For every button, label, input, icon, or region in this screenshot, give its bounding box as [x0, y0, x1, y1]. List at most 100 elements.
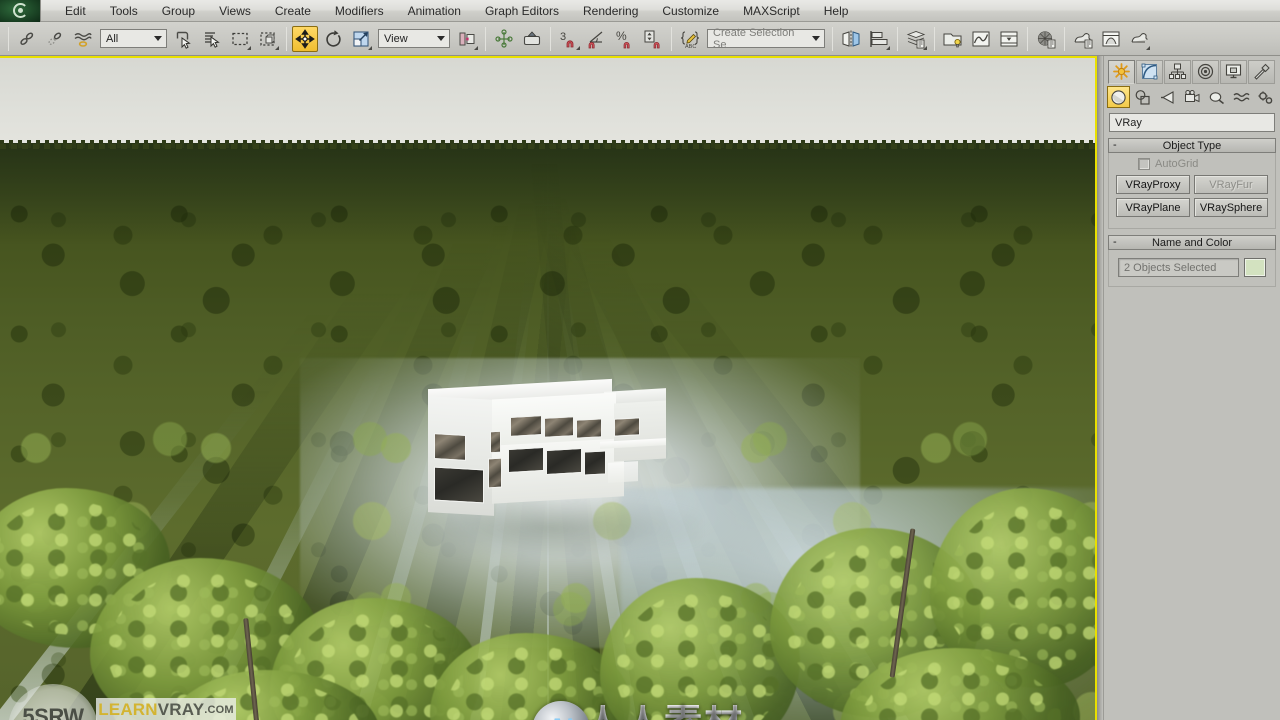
shapes-icon	[1135, 89, 1150, 105]
snaps-toggle-icon[interactable]: 3	[556, 26, 582, 52]
name-and-color-rollout: - Name and Color 2 Objects Selected	[1108, 235, 1276, 287]
vrayplane-button[interactable]: VRayPlane	[1116, 198, 1190, 217]
star-icon	[1113, 63, 1130, 80]
align-icon[interactable]	[866, 26, 892, 52]
modern-house	[418, 376, 670, 524]
name-and-color-rollout-header[interactable]: - Name and Color	[1108, 235, 1276, 250]
keyboard-shortcut-override-icon[interactable]	[519, 26, 545, 52]
object-type-rollout-title: Object Type	[1162, 139, 1222, 152]
named-selection-sets-icon[interactable]: ABC	[677, 26, 703, 52]
window-crossing-icon[interactable]	[255, 26, 281, 52]
unlink-selection-icon[interactable]	[42, 26, 68, 52]
house-window	[488, 457, 502, 489]
motion-icon	[1197, 63, 1214, 80]
vrayproxy-button[interactable]: VRayProxy	[1116, 175, 1190, 194]
house-window	[584, 450, 606, 476]
menu-maxscript[interactable]: MAXScript	[731, 2, 812, 20]
object-type-rollout-body: AutoGrid VRayProxy VRayFur VRayPlane VRa…	[1108, 153, 1276, 229]
material-editor-icon[interactable]	[1033, 26, 1059, 52]
bind-to-space-warp-icon[interactable]	[70, 26, 96, 52]
use-center-flyout-icon[interactable]	[454, 26, 480, 52]
geometry-category[interactable]	[1107, 86, 1130, 108]
menu-graph-editors[interactable]: Graph Editors	[473, 2, 571, 20]
shapes-category[interactable]	[1132, 86, 1155, 108]
collapse-icon: -	[1113, 139, 1117, 151]
svg-text:ABC: ABC	[685, 44, 696, 49]
gears-icon	[1258, 90, 1273, 104]
motion-tab[interactable]	[1192, 59, 1219, 84]
render-production-icon[interactable]	[1126, 26, 1152, 52]
sky	[0, 58, 1095, 146]
hierarchy-tab[interactable]	[1164, 59, 1191, 84]
house-window	[544, 416, 574, 438]
menu-customize[interactable]: Customize	[650, 2, 731, 20]
command-panel-categories	[1104, 84, 1280, 110]
menu-edit[interactable]: Edit	[53, 2, 98, 20]
named-selection-set-field[interactable]: Create Selection Se	[707, 27, 825, 51]
spinner-snap-toggle-icon[interactable]	[640, 26, 666, 52]
systems-category[interactable]	[1254, 86, 1277, 108]
object-category-dropdown[interactable]: VRay	[1109, 113, 1275, 132]
lights-category[interactable]	[1156, 86, 1179, 108]
angle-snap-toggle-icon[interactable]	[584, 26, 610, 52]
rrsc-mark: N	[550, 713, 572, 720]
object-type-rollout-header[interactable]: - Object Type	[1108, 138, 1276, 153]
menu-views[interactable]: Views	[207, 2, 263, 20]
rrsc-text-block: 人人素材 WWW.RR-SC.COM	[584, 703, 744, 720]
house-balcony-glass	[614, 417, 640, 437]
learnvray-watermark: LEARN VRAY .COM	[96, 698, 236, 720]
rendered-frame-window-icon[interactable]	[1098, 26, 1124, 52]
house-window	[510, 415, 542, 437]
3dsmax-logo-icon	[12, 3, 28, 18]
select-and-move-icon[interactable]	[292, 25, 318, 52]
vraysphere-button[interactable]: VRaySphere	[1194, 198, 1268, 217]
select-and-link-icon[interactable]	[14, 26, 40, 52]
menu-tools[interactable]: Tools	[98, 2, 150, 20]
autogrid-checkbox[interactable]	[1138, 158, 1150, 170]
toolbar-separator	[934, 26, 935, 51]
select-by-name-icon[interactable]	[199, 26, 225, 52]
viewport-render-canvas[interactable]: 5SRW CERTIFICATION 3DRW LEARNVRAY.COM N …	[0, 58, 1095, 720]
svg-text:%: %	[616, 29, 627, 43]
helper-icon	[1209, 91, 1225, 104]
modify-tab[interactable]	[1136, 59, 1163, 84]
scene-explorer-icon[interactable]	[940, 26, 966, 52]
house-window	[546, 447, 582, 476]
curve-editor-icon[interactable]	[968, 26, 994, 52]
select-object-icon[interactable]	[171, 26, 197, 52]
menu-modifiers[interactable]: Modifiers	[323, 2, 396, 20]
space-warps-category[interactable]	[1230, 86, 1253, 108]
rectangular-selection-region-icon[interactable]	[227, 26, 253, 52]
sphere-icon	[1111, 89, 1126, 105]
app-logo-button[interactable]	[0, 0, 41, 22]
utilities-tab[interactable]	[1248, 59, 1275, 84]
schematic-view-icon[interactable]	[996, 26, 1022, 52]
cameras-category[interactable]	[1181, 86, 1204, 108]
create-tab[interactable]	[1108, 59, 1135, 84]
render-setup-icon[interactable]	[1070, 26, 1096, 52]
menu-animation[interactable]: Animation	[396, 2, 473, 20]
helpers-category[interactable]	[1205, 86, 1228, 108]
perspective-viewport[interactable]: 5SRW CERTIFICATION 3DRW LEARNVRAY.COM N …	[0, 56, 1097, 720]
app-root: Edit Tools Group Views Create Modifiers …	[0, 0, 1280, 720]
autogrid-row[interactable]: AutoGrid	[1116, 158, 1268, 170]
object-name-field[interactable]: 2 Objects Selected	[1118, 258, 1239, 277]
house-window	[434, 466, 484, 504]
selection-filter-dropdown[interactable]: All	[100, 29, 167, 48]
percent-snap-toggle-icon[interactable]: %	[612, 26, 638, 52]
menu-create[interactable]: Create	[263, 2, 323, 20]
select-and-rotate-icon[interactable]	[320, 26, 346, 52]
layer-manager-icon[interactable]	[903, 26, 929, 52]
object-color-swatch[interactable]	[1244, 258, 1266, 277]
menu-rendering[interactable]: Rendering	[571, 2, 650, 20]
menu-help[interactable]: Help	[812, 2, 861, 20]
select-and-manipulate-icon[interactable]	[491, 26, 517, 52]
reference-coordinate-dropdown[interactable]: View	[378, 29, 450, 48]
menu-group[interactable]: Group	[150, 2, 207, 20]
display-tab[interactable]	[1220, 59, 1247, 84]
select-and-scale-icon[interactable]	[348, 26, 374, 52]
mirror-icon[interactable]	[838, 26, 864, 52]
menu-items: Edit Tools Group Views Create Modifiers …	[53, 2, 860, 20]
wave-icon	[1233, 92, 1250, 101]
rrsc-watermark: N 人人素材 WWW.RR-SC.COM	[532, 699, 772, 720]
